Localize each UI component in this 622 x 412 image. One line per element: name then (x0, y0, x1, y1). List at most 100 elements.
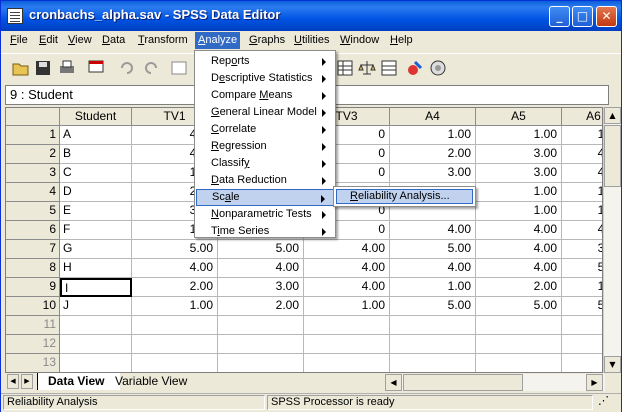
data-cell[interactable]: 5.00 (562, 297, 602, 316)
title-bar[interactable]: cronbachs_alpha.sav - SPSS Data Editor _… (1, 1, 621, 31)
data-cell[interactable]: 4.00 (476, 259, 562, 278)
data-cell[interactable] (476, 316, 562, 335)
data-cell[interactable]: 4.00 (132, 259, 218, 278)
menu-transform[interactable]: Transform (138, 34, 188, 46)
maximize-icon[interactable]: □ (572, 6, 593, 27)
menu-item-data-reduction[interactable]: Data Reduction (196, 172, 334, 189)
minimize-icon[interactable]: _ (549, 6, 570, 27)
data-cell[interactable]: 5.00 (562, 259, 602, 278)
data-cell[interactable]: 4.00 (476, 221, 562, 240)
resize-grip-icon[interactable]: ⋰ (595, 395, 617, 410)
data-cell[interactable]: E (60, 202, 132, 221)
row-header[interactable]: 13 (6, 354, 60, 372)
data-cell[interactable] (132, 316, 218, 335)
scroll-down-icon[interactable]: ▼ (604, 356, 621, 373)
data-cell[interactable]: 1.00 (476, 183, 562, 202)
data-cell[interactable]: 1.00 (562, 183, 602, 202)
data-cell[interactable]: 4.00 (476, 240, 562, 259)
select-cases-icon[interactable] (379, 58, 399, 78)
menu-utilities[interactable]: Utilities (294, 34, 329, 46)
row-header[interactable]: 12 (6, 335, 60, 354)
data-cell[interactable] (304, 335, 390, 354)
data-cell[interactable]: 1.00 (562, 278, 602, 297)
data-cell[interactable]: 4.00 (562, 164, 602, 183)
data-cell[interactable]: G (60, 240, 132, 259)
data-cell[interactable]: H (60, 259, 132, 278)
data-cell[interactable] (562, 316, 602, 335)
data-cell[interactable]: 1.00 (304, 297, 390, 316)
data-cell[interactable]: 4.00 (562, 145, 602, 164)
column-header[interactable]: A6 (562, 108, 602, 126)
vertical-scrollbar[interactable]: ▲ ▼ (603, 107, 621, 373)
data-cell[interactable]: 1.00 (390, 278, 476, 297)
data-cell[interactable]: 5.00 (132, 240, 218, 259)
print-icon[interactable] (57, 58, 77, 78)
data-cell[interactable]: 4.00 (304, 278, 390, 297)
data-cell[interactable]: 2.00 (476, 278, 562, 297)
data-cell[interactable]: D (60, 183, 132, 202)
tab-scroll-left-icon[interactable]: ◀ (7, 374, 19, 389)
row-header[interactable]: 6 (6, 221, 60, 240)
redo-icon[interactable] (141, 58, 161, 78)
data-cell[interactable]: 3.00 (390, 164, 476, 183)
menu-item-compare-means[interactable]: Compare Means (196, 87, 334, 104)
data-cell[interactable] (218, 354, 304, 372)
data-cell[interactable] (390, 335, 476, 354)
data-cell[interactable]: 4.00 (390, 259, 476, 278)
menu-item-descriptive-statistics[interactable]: Descriptive Statistics (196, 70, 334, 87)
menu-item-classify[interactable]: Classify (196, 155, 334, 172)
scroll-right-icon[interactable]: ▶ (586, 374, 603, 391)
data-cell[interactable] (60, 354, 132, 372)
column-header[interactable]: A4 (390, 108, 476, 126)
data-cell[interactable] (476, 335, 562, 354)
data-cell[interactable]: 5.00 (476, 297, 562, 316)
data-cell[interactable]: 3.00 (476, 145, 562, 164)
data-cell[interactable] (60, 335, 132, 354)
menu-item-correlate[interactable]: Correlate (196, 121, 334, 138)
scroll-left-icon[interactable]: ◀ (385, 374, 402, 391)
data-cell[interactable] (562, 335, 602, 354)
data-cell[interactable]: 5.00 (390, 297, 476, 316)
goto-chart-icon[interactable] (169, 58, 189, 78)
data-cell[interactable] (390, 316, 476, 335)
data-cell[interactable]: A (60, 126, 132, 145)
row-header[interactable]: 3 (6, 164, 60, 183)
data-cell[interactable]: 4.00 (304, 259, 390, 278)
menu-edit[interactable]: Edit (39, 34, 58, 46)
data-cell[interactable] (476, 354, 562, 372)
row-header[interactable]: 11 (6, 316, 60, 335)
row-header[interactable]: 1 (6, 126, 60, 145)
data-cell[interactable] (60, 316, 132, 335)
data-cell[interactable]: 1.00 (476, 126, 562, 145)
scroll-up-icon[interactable]: ▲ (604, 107, 621, 124)
grid-corner[interactable] (6, 108, 60, 126)
save-icon[interactable] (33, 58, 53, 78)
tab-scroll-right-icon[interactable]: ▶ (21, 374, 33, 389)
data-cell[interactable]: 4.00 (218, 259, 304, 278)
data-cell[interactable]: 2.00 (390, 145, 476, 164)
data-cell[interactable] (218, 316, 304, 335)
row-header[interactable]: 7 (6, 240, 60, 259)
horizontal-scroll-thumb[interactable] (403, 374, 523, 391)
column-header[interactable]: Student (60, 108, 132, 126)
data-cell[interactable]: 1.00 (476, 202, 562, 221)
menu-item-reports[interactable]: Reports (196, 53, 334, 70)
data-cell[interactable] (218, 335, 304, 354)
data-cell[interactable]: 2.00 (218, 297, 304, 316)
tab-data-view[interactable]: Data View (37, 373, 120, 390)
data-cell[interactable]: 4.00 (562, 221, 602, 240)
data-cell[interactable] (132, 335, 218, 354)
horizontal-scrollbar[interactable]: ◀ ▶ (385, 374, 605, 391)
menu-help[interactable]: Help (390, 34, 413, 46)
data-cell[interactable]: 1.00 (132, 297, 218, 316)
dialog-recall-icon[interactable] (87, 58, 107, 78)
menu-file[interactable]: File (10, 34, 28, 46)
vertical-scroll-thumb[interactable] (604, 125, 621, 187)
data-cell[interactable]: 1.00 (562, 202, 602, 221)
data-cell[interactable] (390, 354, 476, 372)
data-cell[interactable]: 5.00 (390, 240, 476, 259)
data-cell[interactable]: F (60, 221, 132, 240)
data-cell[interactable] (562, 354, 602, 372)
data-cell[interactable]: 3.00 (218, 278, 304, 297)
menu-item-general-linear-model[interactable]: General Linear Model (196, 104, 334, 121)
